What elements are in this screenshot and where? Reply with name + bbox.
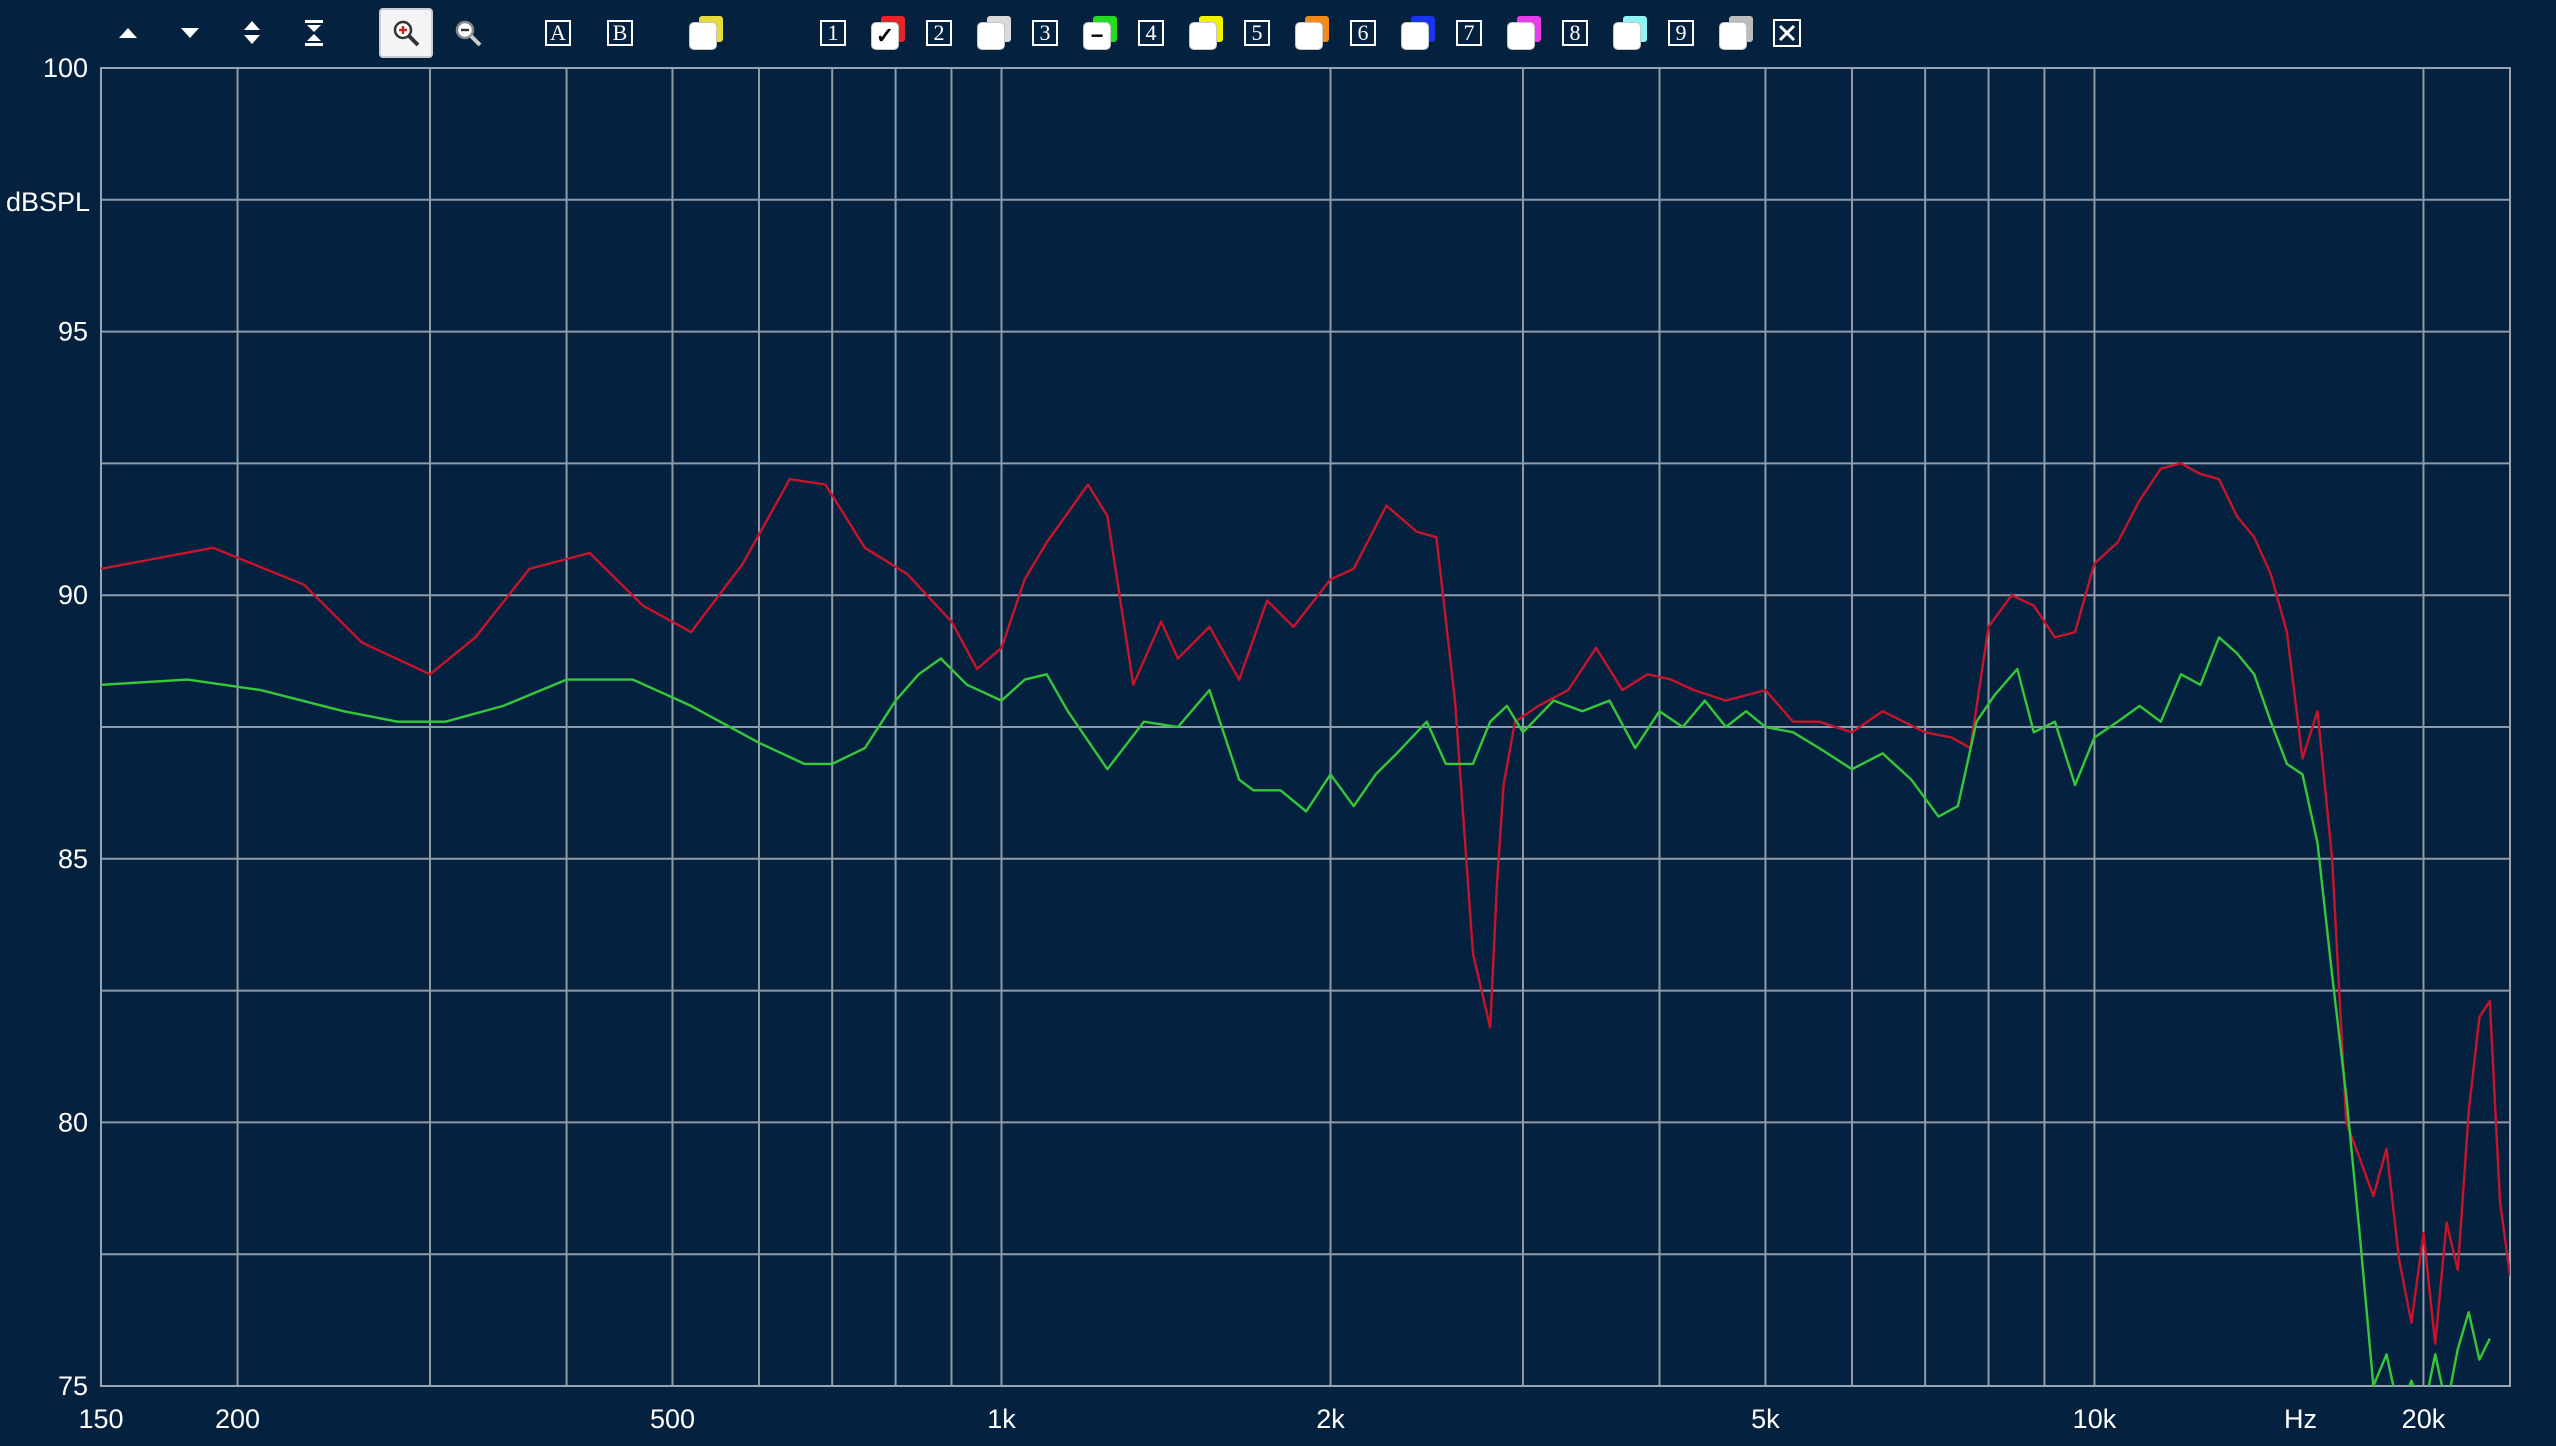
trace-swatch (1613, 16, 1647, 50)
trace-number: 5 (1244, 20, 1270, 46)
y-tick-label: 80 (58, 1107, 88, 1137)
frequency-response-chart[interactable]: 150 200 500 1k 2k 5k 10k 20k 1009590858075 dBSP… (0, 0, 2556, 1446)
trace-swatch (1401, 16, 1435, 50)
close-icon (1773, 19, 1801, 47)
scroll-up-button[interactable] (101, 8, 155, 58)
arrow-up-icon (117, 26, 139, 40)
y-tick-label: 95 (58, 317, 88, 347)
expand-vertical-icon (241, 19, 263, 47)
trace-5-toggle[interactable] (1285, 8, 1339, 58)
y-axis-unit-label: dBSPL (6, 187, 90, 217)
trace-state: ✓ (875, 23, 895, 48)
trace-2-toggle[interactable] (967, 8, 1021, 58)
zoom-in-icon (391, 18, 421, 48)
y-tick-label: 85 (58, 844, 88, 874)
trace-number: 6 (1350, 20, 1376, 46)
preset-label: B (607, 20, 633, 46)
trace-number: 3 (1032, 20, 1058, 46)
zoom-out-icon (453, 18, 483, 48)
trace-6-label[interactable]: 6 (1336, 8, 1390, 58)
zoom-out-button[interactable] (441, 8, 495, 58)
y-tick-label: 75 (58, 1371, 88, 1401)
trace-4-toggle[interactable] (1179, 8, 1233, 58)
trace-8-toggle[interactable] (1603, 8, 1657, 58)
preset-a-button[interactable]: A (531, 8, 585, 58)
x-tick-label: 500 (650, 1404, 695, 1434)
zoom-in-button[interactable] (379, 8, 433, 58)
trace-number: 8 (1562, 20, 1588, 46)
scroll-down-button[interactable] (163, 8, 217, 58)
trace-4-label[interactable]: 4 (1124, 8, 1178, 58)
trace-1-label[interactable]: 1 (806, 8, 860, 58)
trace-number: 4 (1138, 20, 1164, 46)
trace-7-label[interactable]: 7 (1442, 8, 1496, 58)
preset-label: A (545, 20, 571, 46)
compress-range-button[interactable] (287, 8, 341, 58)
trace-swatch (689, 16, 723, 50)
expand-range-button[interactable] (225, 8, 279, 58)
add-overlay-button[interactable] (679, 8, 733, 58)
trace-swatch (1189, 16, 1223, 50)
preset-b-button[interactable]: B (593, 8, 647, 58)
y-axis-ticks: 1009590858075 (43, 53, 88, 1401)
trace-8-label[interactable]: 8 (1548, 8, 1602, 58)
x-tick-label: 20k (2402, 1404, 2446, 1434)
trace-3-label[interactable]: 3 (1018, 8, 1072, 58)
x-tick-label: 5k (1751, 1404, 1780, 1434)
trace-swatch (1507, 16, 1541, 50)
trace-state: − (1090, 23, 1104, 48)
arrow-down-icon (179, 26, 201, 40)
trace-9-label[interactable]: 9 (1654, 8, 1708, 58)
trace-swatch (1295, 16, 1329, 50)
x-tick-label: 150 (78, 1404, 123, 1434)
trace-number: 7 (1456, 20, 1482, 46)
trace-number: 9 (1668, 20, 1694, 46)
trace-1-toggle[interactable]: ✓ (861, 8, 915, 58)
collapse-vertical-icon (303, 19, 325, 47)
x-axis-ticks: 150 200 500 1k 2k 5k 10k 20k (78, 1404, 2445, 1434)
x-tick-label: 1k (987, 1404, 1016, 1434)
x-axis-unit-label: Hz (2284, 1404, 2317, 1434)
trace-number: 1 (820, 20, 846, 46)
trace-number: 2 (926, 20, 952, 46)
trace-swatch: − (1083, 16, 1117, 50)
x-tick-label: 10k (2073, 1404, 2117, 1434)
clear-traces-button[interactable] (1760, 8, 1814, 58)
trace-swatch (977, 16, 1011, 50)
x-tick-label: 2k (1316, 1404, 1345, 1434)
trace-6-toggle[interactable] (1391, 8, 1445, 58)
trace-9-toggle[interactable] (1709, 8, 1763, 58)
x-tick-label: 200 (215, 1404, 260, 1434)
toolbar: A B 1 ✓ 2 3 − 4 5 6 7 8 9 (0, 0, 2556, 66)
trace-7-toggle[interactable] (1497, 8, 1551, 58)
y-tick-label: 90 (58, 580, 88, 610)
trace-5-label[interactable]: 5 (1230, 8, 1284, 58)
trace-swatch (1719, 16, 1753, 50)
trace-swatch: ✓ (871, 16, 905, 50)
trace-3-toggle[interactable]: − (1073, 8, 1127, 58)
chart-grid (101, 68, 2510, 1386)
trace-2-label[interactable]: 2 (912, 8, 966, 58)
